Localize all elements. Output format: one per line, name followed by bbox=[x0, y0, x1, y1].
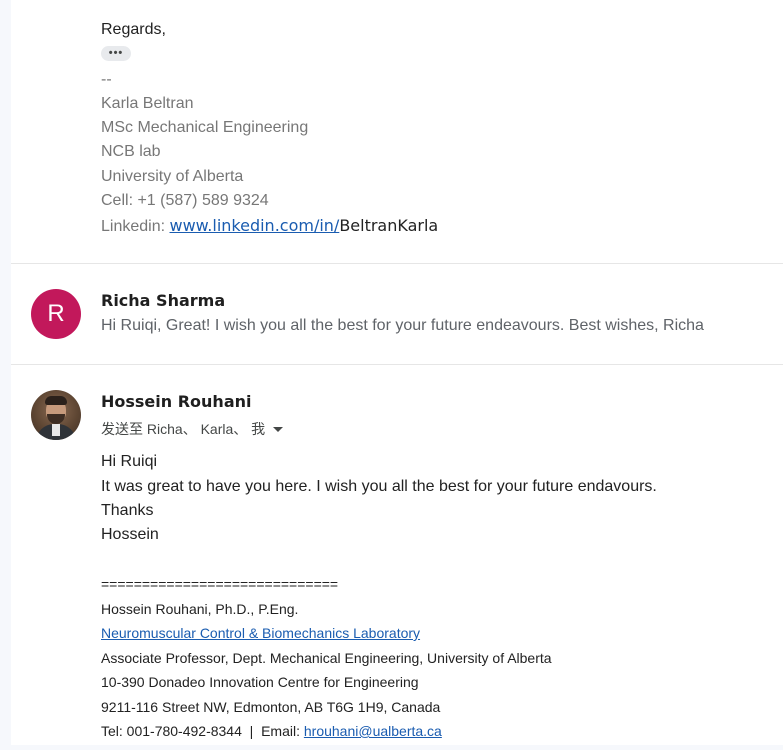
recipients-dropdown[interactable]: 发送至 Richa、 Karla、 我 bbox=[101, 419, 284, 439]
linkedin-label: Linkedin: bbox=[101, 218, 170, 235]
show-trimmed-content-button[interactable]: ••• bbox=[101, 46, 131, 61]
email-link[interactable]: hrouhani@ualberta.ca bbox=[304, 723, 442, 739]
body-line: Hi Ruiqi bbox=[101, 453, 158, 470]
avatar[interactable]: R bbox=[31, 289, 81, 339]
signature-dash: -- bbox=[101, 71, 112, 88]
message-regards: Regards, bbox=[101, 21, 166, 38]
signature-name: Karla Beltran bbox=[101, 95, 194, 112]
telephone-label: Tel: 001-780-492-8344 | Email: bbox=[101, 723, 304, 739]
sender-name[interactable]: Richa Sharma bbox=[101, 291, 225, 310]
signature-degree: MSc Mechanical Engineering bbox=[101, 119, 309, 136]
signature-lab: NCB lab bbox=[101, 143, 161, 160]
recipients-label: 发送至 Richa、 Karla、 我 bbox=[101, 421, 266, 437]
signature-linkedin-row: Linkedin: www.linkedin.com/in/BeltranKar… bbox=[101, 216, 438, 236]
avatar-letter: R bbox=[47, 300, 65, 327]
linkedin-link[interactable]: www.linkedin.com/in/ bbox=[170, 216, 340, 235]
body-line: Thanks bbox=[101, 502, 154, 519]
signature-address: 9211-116 Street NW, Edmonton, AB T6G 1H9… bbox=[101, 699, 441, 715]
signature-separator: ============================= bbox=[101, 576, 339, 592]
signature-position: Associate Professor, Dept. Mechanical En… bbox=[101, 650, 552, 666]
sender-name[interactable]: Hossein Rouhani bbox=[101, 392, 252, 411]
lab-link[interactable]: Neuromuscular Control & Biomechanics Lab… bbox=[101, 625, 420, 641]
signature-contact-row: Tel: 001-780-492-8344 | Email: hrouhani@… bbox=[101, 723, 442, 739]
signature-university: University of Alberta bbox=[101, 168, 244, 185]
avatar[interactable] bbox=[31, 390, 81, 440]
email-thread: Regards, ••• -- Karla Beltran MSc Mechan… bbox=[11, 0, 783, 745]
chevron-down-icon bbox=[273, 427, 284, 432]
message-divider bbox=[11, 364, 783, 365]
body-line: It was great to have you here. I wish yo… bbox=[101, 478, 657, 495]
linkedin-handle: BeltranKarla bbox=[339, 216, 439, 235]
message-divider bbox=[11, 263, 783, 264]
body-line: Hossein bbox=[101, 526, 159, 543]
signature-cell: Cell: +1 (587) 589 9324 bbox=[101, 192, 269, 209]
message-snippet[interactable]: Hi Ruiqi, Great! I wish you all the best… bbox=[101, 317, 704, 335]
signature-office: 10-390 Donadeo Innovation Centre for Eng… bbox=[101, 674, 419, 690]
signature-name: Hossein Rouhani, Ph.D., P.Eng. bbox=[101, 601, 299, 617]
more-dots-icon: ••• bbox=[108, 47, 124, 59]
